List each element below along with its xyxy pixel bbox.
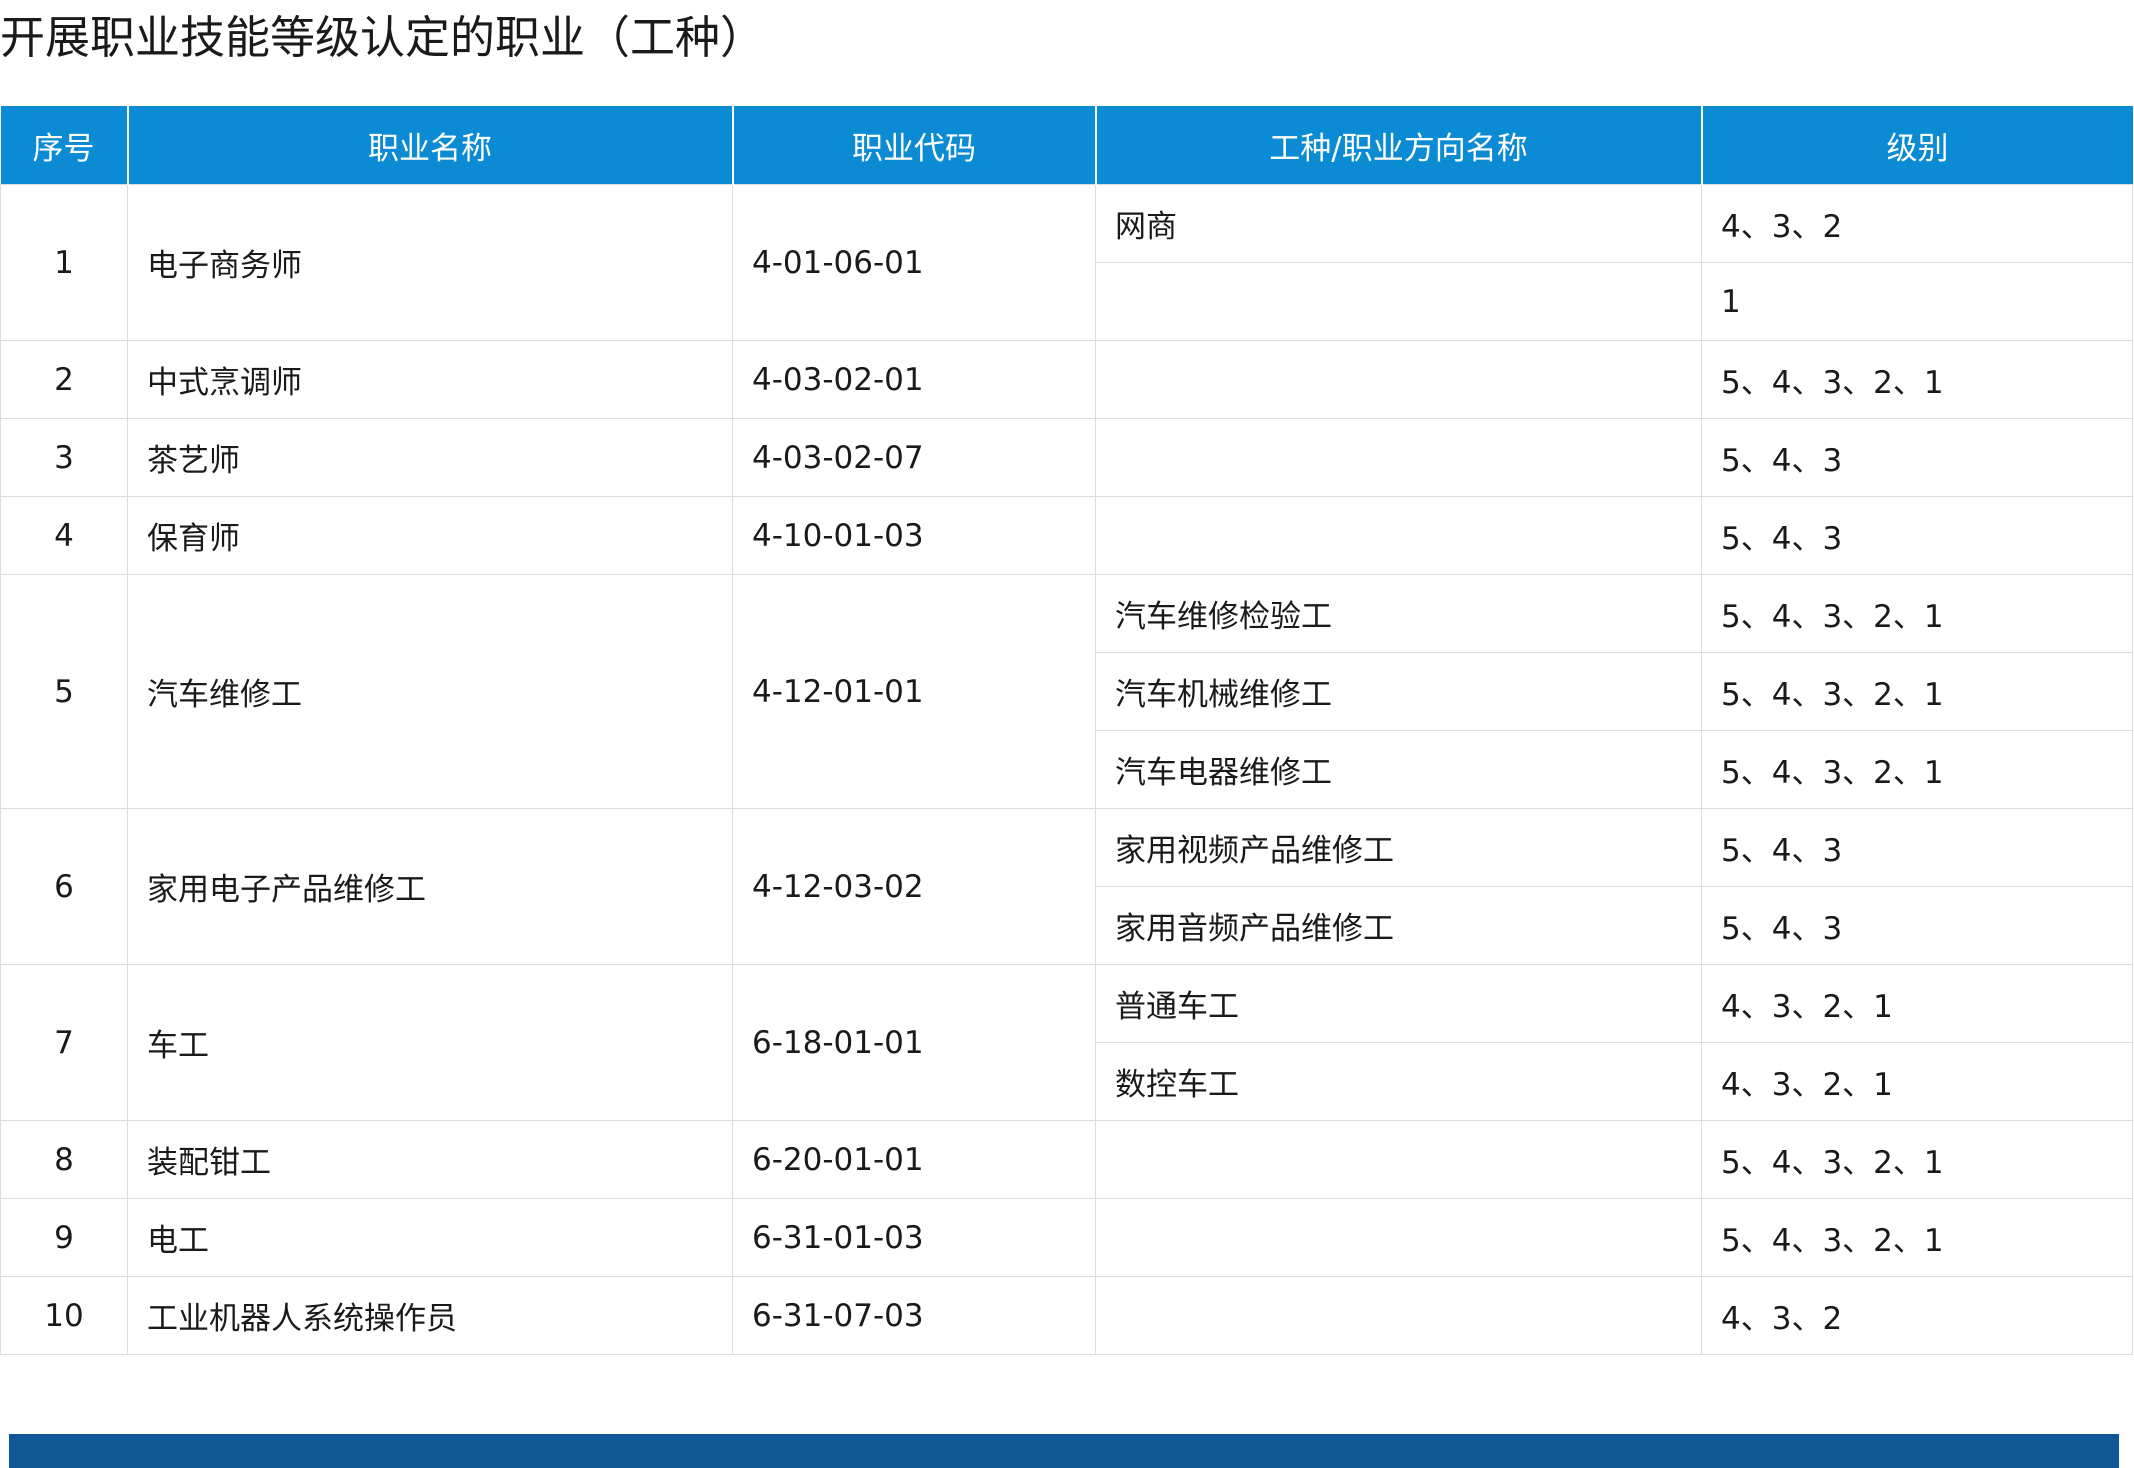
- table-row: 4 保育师 4-10-01-03 5、4、3: [0, 496, 2133, 575]
- cell-direction-name: [1095, 496, 1702, 575]
- table-row: 2 中式烹调师 4-03-02-01 5、4、3、2、1: [0, 340, 2133, 419]
- cell-level: 5、4、3、2、1: [1701, 340, 2133, 419]
- cell-occupation-name: 电子商务师: [127, 184, 733, 341]
- cell-occupation-name: 茶艺师: [127, 418, 733, 497]
- cell-seq: 2: [0, 340, 128, 419]
- cell-direction-name: [1095, 262, 1702, 341]
- cell-occupation-name: 中式烹调师: [127, 340, 733, 419]
- cell-direction-name: 普通车工: [1095, 964, 1702, 1043]
- cell-seq: 9: [0, 1198, 128, 1277]
- table-row: 6 家用电子产品维修工 4-12-03-02 家用视频产品维修工 5、4、3: [0, 808, 2133, 965]
- cell-occupation-code: 4-12-03-02: [732, 808, 1096, 965]
- occupation-table: 序号 职业名称 职业代码 工种/职业方向名称 级别 1 电子商务师 4-01-0…: [0, 106, 2133, 1355]
- cell-occupation-code: 4-03-02-01: [732, 340, 1096, 419]
- cell-level: 1: [1701, 262, 2133, 341]
- cell-level: 5、4、3、2、1: [1701, 1120, 2133, 1199]
- cell-occupation-name: 电工: [127, 1198, 733, 1277]
- cell-direction-name: [1095, 418, 1702, 497]
- cell-seq: 3: [0, 418, 128, 497]
- cell-seq: 10: [0, 1276, 128, 1355]
- cell-level: 5、4、3: [1701, 496, 2133, 575]
- cell-occupation-code: 4-10-01-03: [732, 496, 1096, 575]
- cell-level: 5、4、3、2、1: [1701, 1198, 2133, 1277]
- cell-occupation-name: 保育师: [127, 496, 733, 575]
- cell-occupation-name: 家用电子产品维修工: [127, 808, 733, 965]
- cell-occupation-name: 车工: [127, 964, 733, 1121]
- table-row: 3 茶艺师 4-03-02-07 5、4、3: [0, 418, 2133, 497]
- cell-occupation-code: 6-31-07-03: [732, 1276, 1096, 1355]
- table-row: 5 汽车维修工 4-12-01-01 汽车维修检验工 5、4、3、2、1: [0, 574, 2133, 809]
- cell-direction-name: [1095, 340, 1702, 419]
- cell-seq: 8: [0, 1120, 128, 1199]
- cell-direction-name: [1095, 1120, 1702, 1199]
- cell-seq: 4: [0, 496, 128, 575]
- page-title: 开展职业技能等级认定的职业（工种）: [0, 11, 766, 64]
- cell-level: 5、4、3、2、1: [1701, 730, 2133, 809]
- header-level: 级别: [1700, 106, 2133, 185]
- table-row: 9 电工 6-31-01-03 5、4、3、2、1: [0, 1198, 2133, 1277]
- cell-direction-name: 汽车电器维修工: [1095, 730, 1702, 809]
- cell-seq: 7: [0, 964, 128, 1121]
- header-seq: 序号: [0, 106, 128, 185]
- cell-occupation-code: 6-20-01-01: [732, 1120, 1096, 1199]
- cell-level: 5、4、3: [1701, 808, 2133, 887]
- header-direction-name: 工种/职业方向名称: [1094, 106, 1702, 185]
- cell-seq: 5: [0, 574, 128, 809]
- cell-direction-name: 家用音频产品维修工: [1095, 886, 1702, 965]
- cell-direction-name: [1095, 1276, 1702, 1355]
- table-row: 8 装配钳工 6-20-01-01 5、4、3、2、1: [0, 1120, 2133, 1199]
- cell-occupation-code: 6-18-01-01: [732, 964, 1096, 1121]
- cell-level: 5、4、3: [1701, 886, 2133, 965]
- table-header-row: 序号 职业名称 职业代码 工种/职业方向名称 级别: [0, 106, 2133, 185]
- cell-level: 5、4、3、2、1: [1701, 652, 2133, 731]
- cell-level: 4、3、2: [1701, 1276, 2133, 1355]
- cell-direction-name: 汽车维修检验工: [1095, 574, 1702, 653]
- cell-level: 4、3、2、1: [1701, 964, 2133, 1043]
- table-body: 1 电子商务师 4-01-06-01 网商 4、3、2 1 2 中式烹调师 4-…: [0, 184, 2133, 1355]
- header-occupation-name: 职业名称: [126, 106, 733, 185]
- cell-occupation-code: 4-01-06-01: [732, 184, 1096, 341]
- cell-occupation-name: 装配钳工: [127, 1120, 733, 1199]
- cell-level: 4、3、2: [1701, 184, 2133, 263]
- cell-level: 4、3、2、1: [1701, 1042, 2133, 1121]
- table-row: 10 工业机器人系统操作员 6-31-07-03 4、3、2: [0, 1276, 2133, 1355]
- cell-direction-name: [1095, 1198, 1702, 1277]
- cell-occupation-name: 工业机器人系统操作员: [127, 1276, 733, 1355]
- cell-direction-name: 汽车机械维修工: [1095, 652, 1702, 731]
- cell-level: 5、4、3: [1701, 418, 2133, 497]
- table-row: 1 电子商务师 4-01-06-01 网商 4、3、2: [0, 184, 2133, 341]
- table-row: 7 车工 6-18-01-01 普通车工 4、3、2、1: [0, 964, 2133, 1121]
- footer-bar: [9, 1434, 2119, 1468]
- cell-occupation-code: 4-03-02-07: [732, 418, 1096, 497]
- cell-direction-name: 家用视频产品维修工: [1095, 808, 1702, 887]
- cell-direction-name: 网商: [1095, 184, 1702, 263]
- cell-direction-name: 数控车工: [1095, 1042, 1702, 1121]
- cell-occupation-code: 4-12-01-01: [732, 574, 1096, 809]
- cell-seq: 6: [0, 808, 128, 965]
- cell-occupation-code: 6-31-01-03: [732, 1198, 1096, 1277]
- cell-seq: 1: [0, 184, 128, 341]
- header-occupation-code: 职业代码: [731, 106, 1096, 185]
- cell-level: 5、4、3、2、1: [1701, 574, 2133, 653]
- cell-occupation-name: 汽车维修工: [127, 574, 733, 809]
